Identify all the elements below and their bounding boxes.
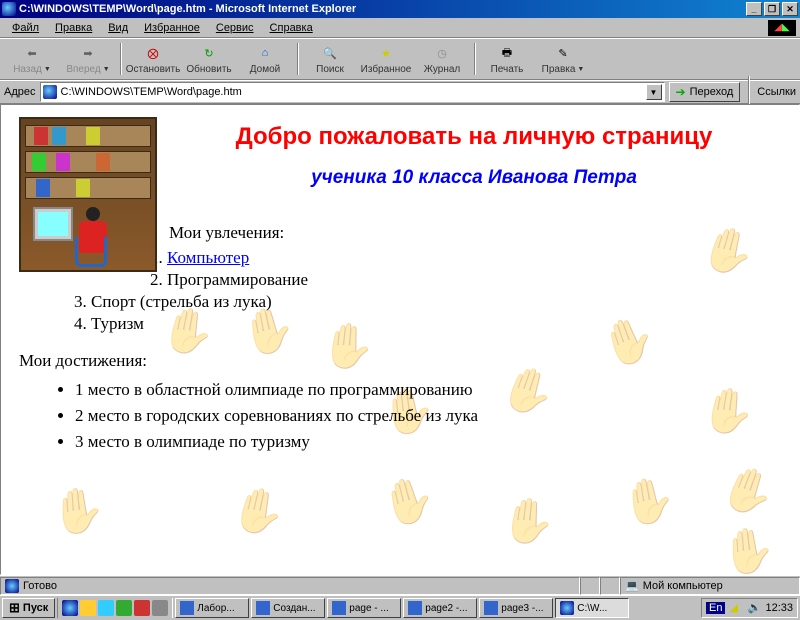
close-button[interactable]: ✕ bbox=[782, 2, 798, 16]
excel-ql-icon[interactable] bbox=[116, 600, 132, 616]
separator bbox=[297, 43, 298, 75]
achievements-list: 1 место в областной олимпиаде по програм… bbox=[75, 377, 781, 455]
desktop-ql-icon[interactable] bbox=[98, 600, 114, 616]
lang-indicator[interactable]: En bbox=[706, 602, 725, 614]
task-item[interactable]: page3 -... bbox=[479, 598, 553, 618]
refresh-icon: ↻ bbox=[199, 43, 219, 63]
computer-icon: 💻 bbox=[625, 579, 639, 592]
content-area: ✋ ✋ ✋ ✋ ✋ ✋ ✋ ✋ ✋ ✋ ✋ ✋ ✋ ✋ ✋ Добро пожа… bbox=[0, 104, 800, 575]
menu-tools[interactable]: Сервис bbox=[208, 20, 262, 36]
security-zone: 💻 Мой компьютер bbox=[620, 577, 800, 595]
print-icon: 🖶 bbox=[497, 43, 517, 63]
list-item: Спорт (стрельба из лука) bbox=[91, 291, 781, 313]
edit-button[interactable]: ✎ Правка▼ bbox=[535, 40, 591, 78]
hobby-link-computer[interactable]: Компьютер bbox=[167, 248, 249, 267]
list-item: Программирование bbox=[91, 269, 781, 291]
back-arrow-icon: ⬅ bbox=[22, 43, 42, 63]
search-button[interactable]: 🔍 Поиск bbox=[302, 40, 358, 78]
menu-edit[interactable]: Правка bbox=[47, 20, 100, 36]
favorites-icon: ★ bbox=[376, 43, 396, 63]
hobbies-list: Компьютер Программирование Спорт (стрель… bbox=[91, 247, 781, 335]
home-button[interactable]: ⌂ Домой bbox=[237, 40, 293, 78]
addressbar: Адрес C:\WINDOWS\TEMP\Word\page.htm ▼ ➔ … bbox=[0, 80, 800, 104]
titlebar: C:\WINDOWS\TEMP\Word\page.htm - Microsof… bbox=[0, 0, 800, 18]
hobbies-title: Мои увлечения: bbox=[169, 223, 781, 243]
status-cell bbox=[580, 577, 600, 595]
achievements-title: Мои достижения: bbox=[19, 351, 781, 371]
task-item-active[interactable]: C:\W... bbox=[555, 598, 629, 618]
home-icon: ⌂ bbox=[255, 43, 275, 63]
desk-image bbox=[19, 117, 157, 272]
ie-logo: ◢◣ bbox=[768, 20, 796, 36]
taskbar: ⊞ Пуск Лабор... Создан... page - ... pag… bbox=[0, 595, 800, 620]
forward-arrow-icon: ➡ bbox=[78, 43, 98, 63]
stop-icon: ⨂ bbox=[143, 43, 163, 63]
history-icon: ◷ bbox=[432, 43, 452, 63]
task-item[interactable]: Создан... bbox=[251, 598, 325, 618]
app-ql-icon[interactable] bbox=[134, 600, 150, 616]
history-button[interactable]: ◷ Журнал bbox=[414, 40, 470, 78]
favorites-button[interactable]: ★ Избранное bbox=[358, 40, 414, 78]
tray-icon[interactable]: ◢ bbox=[729, 601, 743, 615]
back-button[interactable]: ⬅ Назад▼ bbox=[4, 40, 60, 78]
address-label: Адрес bbox=[4, 86, 36, 98]
list-item: 3 место в олимпиаде по туризму bbox=[75, 429, 781, 455]
address-url: C:\WINDOWS\TEMP\Word\page.htm bbox=[61, 86, 242, 98]
search-icon: 🔍 bbox=[320, 43, 340, 63]
clock[interactable]: 12:33 bbox=[765, 602, 793, 614]
ie-icon bbox=[2, 2, 16, 16]
stop-button[interactable]: ⨂ Остановить bbox=[125, 40, 181, 78]
menu-file[interactable]: Файл bbox=[4, 20, 47, 36]
window-title: C:\WINDOWS\TEMP\Word\page.htm - Microsof… bbox=[19, 3, 744, 15]
list-item: 1 место в областной олимпиаде по програм… bbox=[75, 377, 781, 403]
minimize-button[interactable]: _ bbox=[746, 2, 762, 16]
quick-launch bbox=[57, 598, 173, 618]
go-icon: ➔ bbox=[676, 85, 686, 99]
address-field[interactable]: C:\WINDOWS\TEMP\Word\page.htm ▼ bbox=[40, 82, 665, 102]
page-body: Добро пожаловать на личную страницу учен… bbox=[1, 105, 799, 467]
system-tray: En ◢ 🔊 12:33 bbox=[701, 598, 798, 618]
ie-small-icon bbox=[5, 579, 19, 593]
outlook-ql-icon[interactable] bbox=[80, 600, 96, 616]
links-label[interactable]: Ссылки bbox=[757, 86, 796, 98]
forward-button[interactable]: ➡ Вперед▼ bbox=[60, 40, 116, 78]
status-text: Готово bbox=[0, 577, 580, 595]
address-dropdown[interactable]: ▼ bbox=[646, 84, 662, 100]
status-cell bbox=[600, 577, 620, 595]
toolbar: ⬅ Назад▼ ➡ Вперед▼ ⨂ Остановить ↻ Обнови… bbox=[0, 38, 800, 80]
ie-ql-icon[interactable] bbox=[62, 600, 78, 616]
go-button[interactable]: ➔ Переход bbox=[669, 82, 741, 102]
list-item: Компьютер bbox=[91, 247, 781, 269]
list-item: 2 место в городских соревнованиях по стр… bbox=[75, 403, 781, 429]
refresh-button[interactable]: ↻ Обновить bbox=[181, 40, 237, 78]
list-item: Туризм bbox=[91, 313, 781, 335]
menu-favorites[interactable]: Избранное bbox=[136, 20, 208, 36]
separator bbox=[120, 43, 121, 75]
maximize-button[interactable]: ❐ bbox=[764, 2, 780, 16]
task-item[interactable]: page - ... bbox=[327, 598, 401, 618]
menubar: Файл Правка Вид Избранное Сервис Справка… bbox=[0, 18, 800, 38]
menu-help[interactable]: Справка bbox=[262, 20, 321, 36]
task-item[interactable]: Лабор... bbox=[175, 598, 249, 618]
task-item[interactable]: page2 -... bbox=[403, 598, 477, 618]
app-ql-icon[interactable] bbox=[152, 600, 168, 616]
print-button[interactable]: 🖶 Печать bbox=[479, 40, 535, 78]
menu-view[interactable]: Вид bbox=[100, 20, 136, 36]
windows-icon: ⊞ bbox=[9, 600, 20, 616]
start-button[interactable]: ⊞ Пуск bbox=[2, 598, 55, 618]
page-icon bbox=[43, 85, 57, 99]
speaker-icon[interactable]: 🔊 bbox=[747, 601, 761, 615]
edit-icon: ✎ bbox=[553, 43, 573, 63]
statusbar: Готово 💻 Мой компьютер bbox=[0, 575, 800, 595]
separator bbox=[474, 43, 475, 75]
